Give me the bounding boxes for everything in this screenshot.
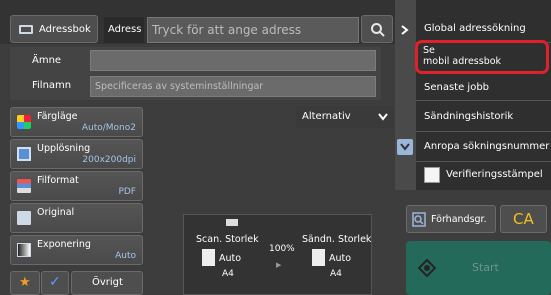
exposure-button[interactable]: Exponering Auto — [10, 235, 143, 265]
favorites-button[interactable]: ★ — [10, 271, 40, 295]
menu-verification-stamp[interactable]: Verifieringsstämpel — [416, 163, 551, 189]
search-button[interactable] — [361, 15, 393, 43]
original-icon — [17, 211, 31, 225]
menu-recent-jobs[interactable]: Senaste jobb — [416, 76, 551, 98]
menu-call-search-number-label: Anropa sökningsnummer — [424, 140, 550, 152]
menu-call-search-number[interactable]: Anropa sökningsnummer — [416, 134, 551, 158]
color-mode-value: Auto/Mono2 — [81, 123, 136, 133]
subject-label: Ämne — [32, 55, 62, 66]
start-icon — [418, 259, 436, 277]
scan-size-label: Scan. Storlek — [196, 234, 259, 245]
send-paper-value: A4 — [330, 269, 342, 279]
menu-expand-button[interactable] — [397, 139, 413, 155]
filename-label: Filnamn — [32, 80, 72, 91]
exposure-label: Exponering — [37, 239, 91, 250]
addressbook-label: Adressbok — [39, 24, 91, 35]
scan-paper-icon — [202, 249, 215, 266]
subject-field[interactable] — [90, 50, 376, 71]
menu-send-history[interactable]: Sändningshistorik — [416, 104, 551, 128]
filename-field[interactable]: Specificeras av systeminställningar — [90, 76, 376, 97]
scanner-icon — [226, 219, 238, 226]
resolution-button[interactable]: Upplösning 200x200dpi — [10, 139, 143, 169]
addressbook-button[interactable]: Adressbok — [10, 15, 98, 43]
star-icon: ★ — [19, 275, 31, 290]
menu-global-address-search[interactable]: Global adressökning — [416, 14, 551, 42]
check-button[interactable]: ✓ — [41, 271, 69, 295]
address-tab-label: Adress — [108, 24, 142, 35]
checkmark-icon: ✓ — [49, 274, 61, 290]
exposure-value: Auto — [115, 251, 136, 261]
ca-label: CA — [513, 210, 534, 228]
file-format-icon — [17, 179, 31, 193]
menu-mobile-addressbook[interactable]: Se mobil adressbok — [415, 40, 549, 74]
addressbook-icon — [19, 25, 33, 34]
ovrigt-button[interactable]: Övrigt — [71, 271, 143, 295]
color-mode-label: Färgläge — [37, 111, 78, 122]
menu-mobile-addressbook-label: Se mobil adressbok — [423, 45, 502, 67]
scan-size-panel[interactable]: Scan. Storlek Sändn. Storlek 100% Auto ▶… — [183, 214, 372, 295]
color-mode-icon — [17, 115, 31, 129]
scan-auto-value: Auto — [219, 253, 242, 264]
send-paper-icon — [312, 249, 325, 266]
scan-paper-value: A4 — [222, 269, 234, 279]
preview-label: Förhandsgr. — [431, 214, 487, 225]
file-format-button[interactable]: Filformat PDF — [10, 171, 143, 201]
file-format-value: PDF — [118, 187, 136, 197]
address-search-input[interactable]: Tryck för att ange adress — [147, 17, 359, 43]
exposure-icon — [17, 243, 31, 257]
resolution-icon — [17, 147, 31, 161]
filename-placeholder: Specificeras av systeminställningar — [95, 81, 264, 92]
ca-button[interactable]: CA — [500, 205, 547, 233]
alternativ-dropdown[interactable]: Alternativ — [296, 106, 394, 128]
search-icon — [371, 23, 385, 37]
ovrigt-label: Övrigt — [92, 277, 123, 288]
preview-button[interactable]: Förhandsgr. — [406, 205, 496, 233]
address-search-placeholder: Tryck för att ange adress — [152, 23, 302, 37]
address-tab[interactable]: Adress — [104, 17, 144, 43]
chevron-down-icon — [400, 143, 410, 151]
menu-send-history-label: Sändningshistorik — [424, 110, 514, 122]
chevron-right-icon — [401, 25, 409, 35]
color-mode-button[interactable]: Färgläge Auto/Mono2 — [10, 107, 143, 137]
send-auto-value: Auto — [329, 253, 352, 264]
menu-toggle-tab[interactable] — [395, 0, 416, 190]
resolution-label: Upplösning — [37, 143, 91, 154]
menu-verification-stamp-label: Verifieringsstämpel — [446, 169, 543, 180]
original-label: Original — [37, 207, 75, 218]
chevron-down-icon — [378, 113, 388, 121]
resolution-value: 200x200dpi — [82, 155, 136, 165]
start-button[interactable]: Start — [406, 241, 551, 295]
alternativ-label: Alternativ — [302, 111, 351, 122]
menu-recent-jobs-label: Senaste jobb — [424, 81, 490, 93]
preview-icon — [412, 212, 426, 227]
start-label: Start — [472, 261, 499, 274]
ratio-value: 100% — [269, 244, 295, 254]
send-size-label: Sändn. Storlek — [302, 234, 372, 245]
original-button[interactable]: Original — [10, 203, 143, 233]
menu-global-address-search-label: Global adressökning — [424, 22, 526, 34]
file-format-label: Filformat — [37, 175, 79, 186]
verification-checkbox[interactable] — [424, 167, 440, 183]
arrow-right-icon: ▶ — [276, 261, 282, 269]
